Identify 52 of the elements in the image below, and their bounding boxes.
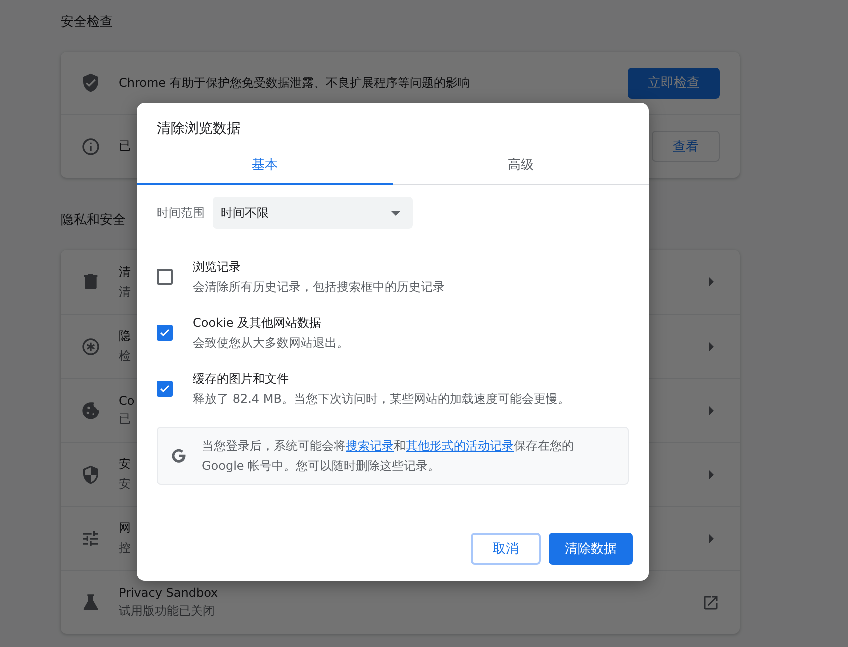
sliders-icon bbox=[81, 528, 101, 548]
option-title: 缓存的图片和文件 bbox=[193, 370, 289, 388]
row-title[interactable]: 安 bbox=[119, 456, 131, 473]
external-link-icon bbox=[702, 594, 720, 612]
tab[interactable]: 高级 bbox=[393, 147, 649, 185]
time-range-label: 时间范围 bbox=[157, 204, 205, 222]
option-description: 会致使您从大多数网站退出。 bbox=[193, 334, 349, 352]
checkbox[interactable] bbox=[157, 381, 173, 397]
time-range-dropdown[interactable]: 时间不限 bbox=[213, 197, 413, 229]
row-text: 已 bbox=[119, 138, 131, 155]
dialog-title: 清除浏览数据 bbox=[156, 120, 242, 139]
row-title[interactable]: 清 bbox=[119, 264, 131, 280]
row-title[interactable]: 网 bbox=[119, 520, 131, 537]
option-title: Cookie 及其他网站数据 bbox=[193, 314, 322, 332]
tab[interactable]: 基本 bbox=[137, 147, 393, 185]
section-title: 安全检查 bbox=[61, 14, 113, 32]
info-icon bbox=[81, 136, 101, 156]
row-button[interactable]: 立即检查 bbox=[628, 68, 720, 98]
clear-data-button[interactable]: 清除数据 bbox=[549, 533, 633, 565]
row-title[interactable]: Privacy Sandbox bbox=[119, 586, 218, 600]
row-subtitle: 检 bbox=[119, 348, 131, 365]
row-button[interactable]: 查看 bbox=[652, 131, 720, 162]
row-text: Chrome 有助于保护您免受数据泄露、不良扩展程序等问题的影响 bbox=[119, 74, 470, 92]
checkmark-icon bbox=[159, 383, 171, 395]
g-logo-icon bbox=[170, 447, 188, 465]
option-description: 会清除所有历史记录，包括搜索框中的历史记录 bbox=[193, 278, 445, 296]
shield-icon bbox=[81, 464, 101, 484]
row-subtitle: 控 bbox=[119, 540, 131, 557]
row-subtitle: 清 bbox=[119, 284, 131, 300]
arrow-icon bbox=[709, 406, 714, 416]
arrow-icon bbox=[709, 534, 714, 544]
option-title: 浏览记录 bbox=[193, 258, 241, 276]
row-subtitle: 安 bbox=[119, 476, 131, 493]
arrow-icon bbox=[709, 342, 714, 352]
option-description: 释放了 82.4 MB。当您下次访问时，某些网站的加载速度可能会更慢。 bbox=[193, 390, 570, 408]
flask-icon bbox=[81, 592, 101, 612]
arrow-icon bbox=[709, 470, 714, 480]
arrow-icon bbox=[709, 277, 714, 287]
checkmark-icon bbox=[159, 327, 171, 339]
row-subtitle: 试用版功能已关闭 bbox=[119, 602, 215, 620]
checkbox[interactable] bbox=[157, 269, 173, 285]
row-title[interactable]: 隐 bbox=[119, 328, 131, 345]
cookie-icon bbox=[81, 400, 101, 420]
notice-link[interactable]: 搜索记录 bbox=[346, 439, 394, 453]
notice-text: 当您登录后，系统可能会将搜索记录和其他形式的活动记录保存在您的 Google 帐号中。您可以随时删除这些记录。 bbox=[202, 438, 575, 475]
notice-link[interactable]: 其他形式的活动记录 bbox=[406, 439, 514, 453]
row-subtitle: 已 bbox=[119, 410, 131, 428]
cancel-button[interactable]: 取消 bbox=[471, 533, 541, 565]
row-title[interactable]: Co bbox=[119, 394, 135, 408]
checkbox[interactable] bbox=[157, 325, 173, 341]
section-title: 隐私和安全 bbox=[61, 212, 126, 230]
shield-check-icon bbox=[81, 73, 101, 93]
